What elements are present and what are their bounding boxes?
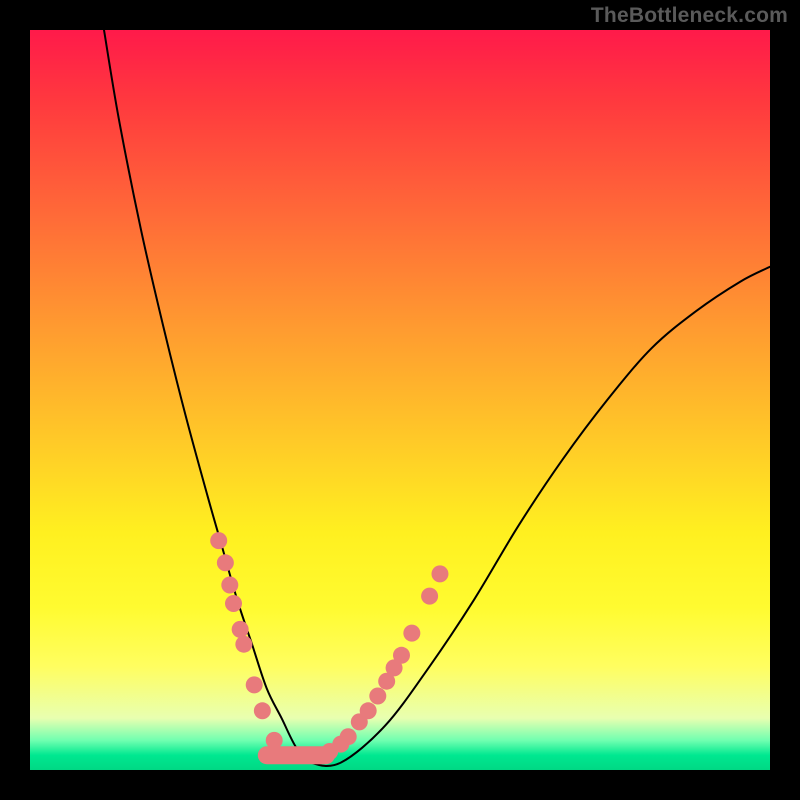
right-branch-markers [321,565,448,760]
bottleneck-curve [104,30,770,766]
data-point-marker [235,636,252,653]
data-point-marker [225,595,242,612]
data-point-marker [266,732,283,749]
data-point-marker [232,621,249,638]
data-point-marker [246,676,263,693]
data-point-marker [421,588,438,605]
chart-svg [30,30,770,770]
data-point-marker [369,688,386,705]
data-point-marker [210,532,227,549]
data-point-marker [393,647,410,664]
data-point-marker [254,702,271,719]
watermark-text: TheBottleneck.com [591,4,788,28]
data-point-marker [217,554,234,571]
data-point-marker [431,565,448,582]
data-point-marker [403,625,420,642]
left-branch-markers [210,532,283,749]
data-point-marker [221,577,238,594]
data-point-marker [360,702,377,719]
data-point-marker [340,728,357,745]
